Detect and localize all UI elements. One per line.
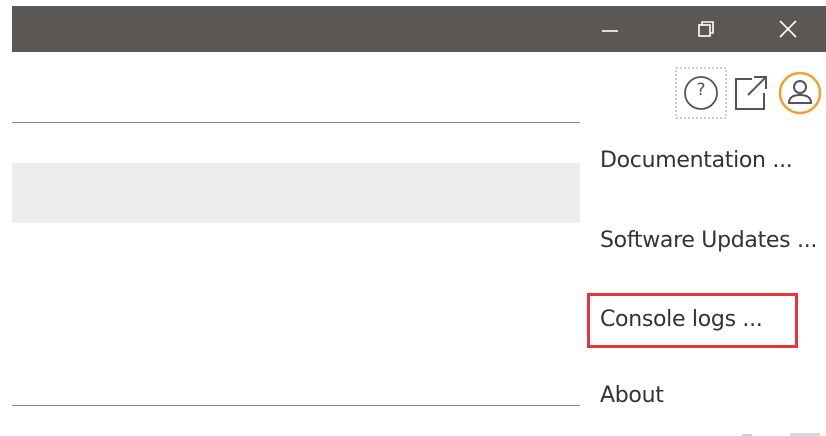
help-symbol: ? bbox=[696, 80, 706, 100]
title-bar bbox=[12, 6, 826, 52]
restore-button[interactable] bbox=[676, 6, 736, 52]
close-button[interactable] bbox=[758, 6, 818, 52]
divider-line-top bbox=[12, 122, 580, 123]
user-button[interactable] bbox=[777, 70, 823, 116]
minimize-button[interactable] bbox=[580, 6, 640, 52]
list-row-selected[interactable] bbox=[12, 163, 580, 223]
highlight-box bbox=[587, 293, 798, 348]
external-link-button[interactable] bbox=[730, 73, 770, 113]
menu-item-documentation[interactable]: Documentation ... bbox=[600, 148, 793, 173]
close-icon bbox=[779, 20, 797, 38]
menu-item-about[interactable]: About bbox=[600, 383, 664, 408]
restore-icon bbox=[698, 21, 714, 37]
menu-item-software-updates[interactable]: Software Updates ... bbox=[600, 228, 817, 253]
help-button[interactable]: ? bbox=[675, 67, 727, 119]
external-link-icon bbox=[735, 76, 767, 110]
minimize-icon bbox=[602, 30, 618, 32]
divider-line-bottom bbox=[12, 405, 580, 406]
user-icon bbox=[778, 71, 822, 115]
